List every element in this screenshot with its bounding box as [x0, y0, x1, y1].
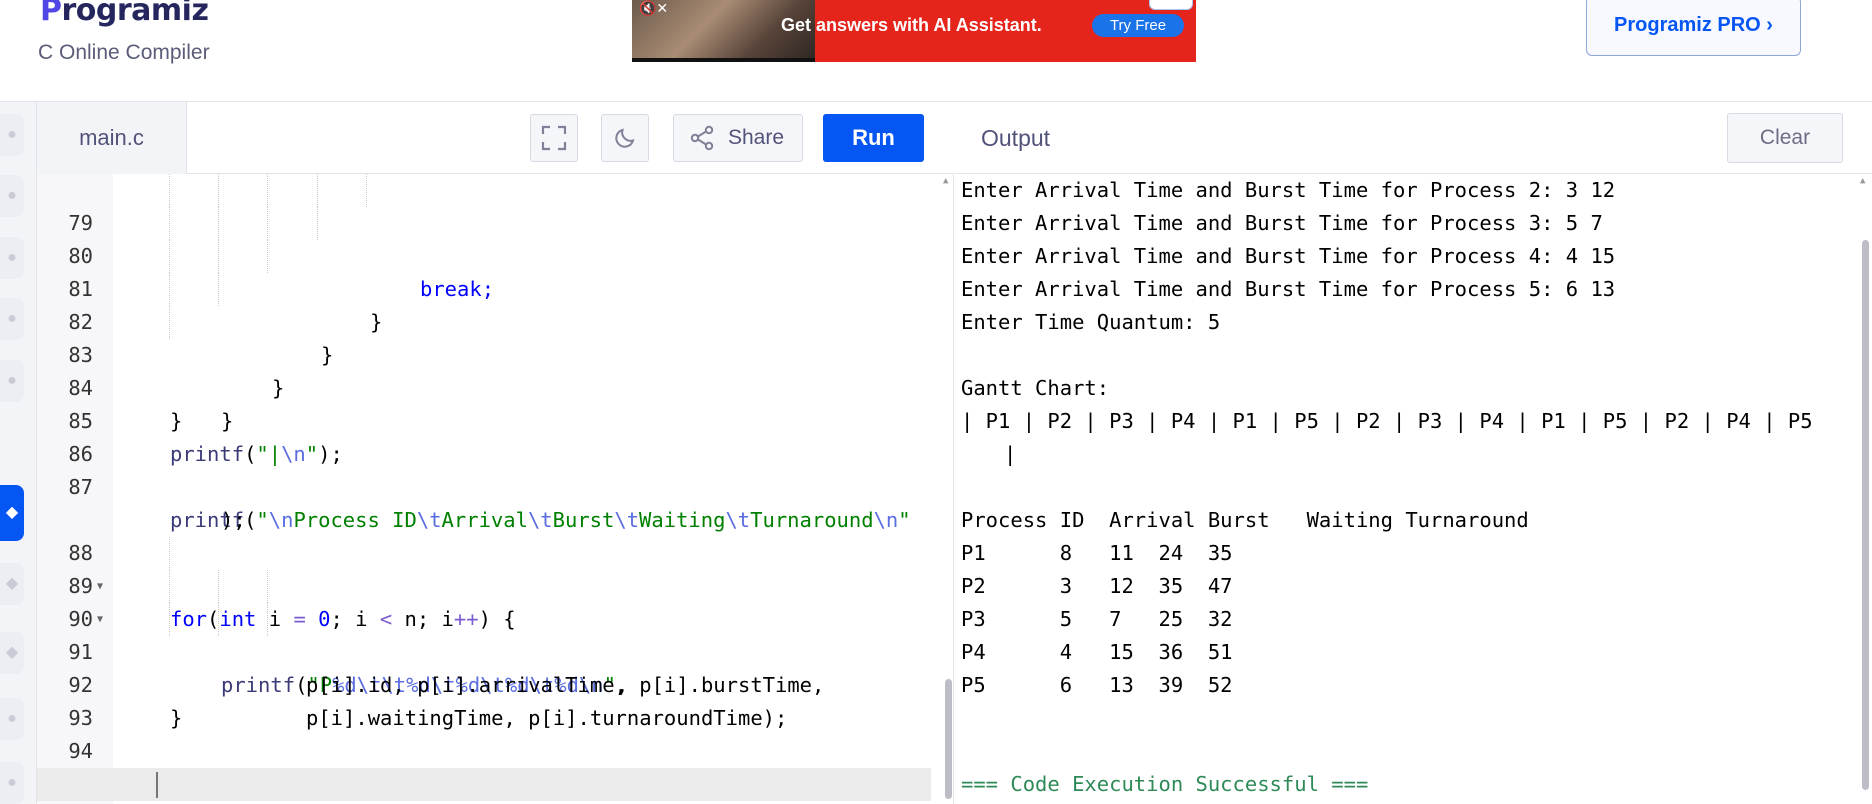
mute-icon[interactable]: 🔇✕	[639, 0, 668, 17]
code-line[interactable]: 79 break;	[37, 174, 931, 301]
ad-text: Get answers with AI Assistant.	[781, 15, 1042, 35]
output-line: P1 8 11 24 35	[961, 541, 1233, 565]
output-line: P3 5 7 25 32	[961, 607, 1233, 631]
text-cursor	[156, 772, 158, 798]
go-icon[interactable]: ●	[0, 762, 24, 804]
code-line[interactable]: 89 ▼ printf("P%d\t\t%d\t%d\t%d\t%d\n",	[37, 537, 931, 697]
output-line: P5 6 13 39 52	[961, 673, 1233, 697]
logo-text: rogramiz	[61, 0, 209, 28]
ad-try-free-button[interactable]: Try Free	[1092, 14, 1184, 37]
page-subtitle: C Online Compiler	[38, 41, 210, 64]
code-line[interactable]: 88 ▼ for(int i = 0; i < n; i++) {	[37, 504, 931, 631]
output-scrollbar[interactable]: ▲	[1860, 174, 1870, 804]
code-line[interactable]: 85 printf("|\n");	[37, 372, 931, 466]
code-line[interactable]: 82 }	[37, 273, 931, 400]
output-console[interactable]: Enter Arrival Time and Burst Time for Pr…	[955, 174, 1872, 804]
output-line: Enter Arrival Time and Burst Time for Pr…	[961, 211, 1603, 235]
output-title: Output	[981, 125, 1051, 151]
code-line[interactable]: 86	[37, 405, 931, 466]
top-header: Programiz C Online Compiler 🔇✕ Get answe…	[0, 0, 1872, 102]
logo-initial: P	[40, 0, 62, 28]
code-line[interactable]: 90 p[i].id, p[i].arrivalTime, p[i].burst…	[37, 570, 931, 697]
programiz-logo[interactable]: Programiz	[40, 0, 209, 28]
fullscreen-button[interactable]	[530, 114, 578, 162]
cpp-icon[interactable]: ◆	[0, 563, 24, 605]
output-line: Enter Arrival Time and Burst Time for Pr…	[961, 244, 1616, 268]
output-line: P2 3 12 35 47	[961, 574, 1233, 598]
sql-icon[interactable]: ●	[0, 237, 24, 279]
code-line-wrap[interactable]: );	[37, 471, 931, 532]
scrollbar-thumb[interactable]	[945, 679, 952, 799]
output-line: Gantt Chart:	[961, 376, 1110, 400]
execution-status: === Code Execution Successful ===	[961, 772, 1369, 796]
output-line: Enter Arrival Time and Burst Time for Pr…	[961, 277, 1616, 301]
code-line-active[interactable]: 96	[37, 768, 931, 801]
output-line: Process ID Arrival Burst Waiting Turnaro…	[961, 508, 1529, 532]
scroll-up-icon[interactable]: ▲	[1860, 176, 1865, 186]
code-line[interactable]: 81 }	[37, 240, 931, 367]
share-icon	[690, 125, 714, 151]
output-toolbar: Output Clear	[955, 102, 1872, 174]
language-sidebar: ● ● ● ● ● ◆ ◆ ◆ ● ●	[0, 102, 37, 804]
code-line[interactable]: 94 return 0;	[37, 702, 931, 796]
share-label: Share	[728, 126, 785, 149]
code-line[interactable]: 87 printf("\nProcess ID\tArrival\tBurst\…	[37, 438, 931, 532]
csharp-icon[interactable]: ◆	[0, 632, 24, 674]
programiz-pro-button[interactable]: Programiz PRO ›	[1586, 0, 1801, 56]
c-language-icon[interactable]: ◆	[0, 485, 24, 541]
run-button[interactable]: Run	[823, 114, 924, 162]
code-editor[interactable]: 79 break; 80 } 81 } 82 } 83 } 84 } 85 pr…	[37, 174, 954, 804]
java-icon[interactable]: ●	[0, 360, 24, 402]
code-line[interactable]: 93	[37, 669, 931, 730]
python-icon[interactable]: ●	[0, 114, 24, 156]
code-scrollbar[interactable]: ▲	[943, 174, 953, 804]
editor-toolbar: main.c Share Run	[37, 102, 954, 174]
scroll-up-icon[interactable]: ▲	[943, 176, 948, 186]
scrollbar-thumb[interactable]	[1862, 240, 1869, 790]
code-line[interactable]: 80 }	[37, 207, 931, 334]
html-icon[interactable]: ●	[0, 298, 24, 340]
output-line: Enter Arrival Time and Burst Time for Pr…	[961, 178, 1616, 202]
clear-button[interactable]: Clear	[1727, 113, 1843, 163]
share-button[interactable]: Share	[673, 114, 803, 162]
r-language-icon[interactable]: ●	[0, 175, 24, 217]
code-line[interactable]: 84 }	[37, 339, 931, 433]
code-line[interactable]: 95 }	[37, 735, 931, 796]
output-line: |	[967, 442, 1017, 466]
output-line: P4 4 15 36 51	[961, 640, 1233, 664]
code-line[interactable]: 83 }	[37, 306, 931, 433]
code-line[interactable]: 92 }	[37, 636, 931, 730]
file-tab-main-c[interactable]: main.c	[37, 102, 187, 174]
ad-info-icon[interactable]	[1149, 0, 1193, 10]
dark-mode-button[interactable]	[601, 114, 649, 162]
expand-icon	[541, 125, 567, 151]
output-line: Enter Time Quantum: 5	[961, 310, 1221, 334]
code-line[interactable]: 91 p[i].waitingTime, p[i].turnaroundTime…	[37, 603, 931, 730]
ad-banner[interactable]: 🔇✕ Get answers with AI Assistant. Try Fr…	[632, 0, 1196, 62]
output-line: | P1 | P2 | P3 | P4 | P1 | P5 | P2 | P3 …	[961, 409, 1813, 433]
swift-icon[interactable]: ●	[0, 698, 24, 740]
moon-icon	[615, 128, 635, 148]
